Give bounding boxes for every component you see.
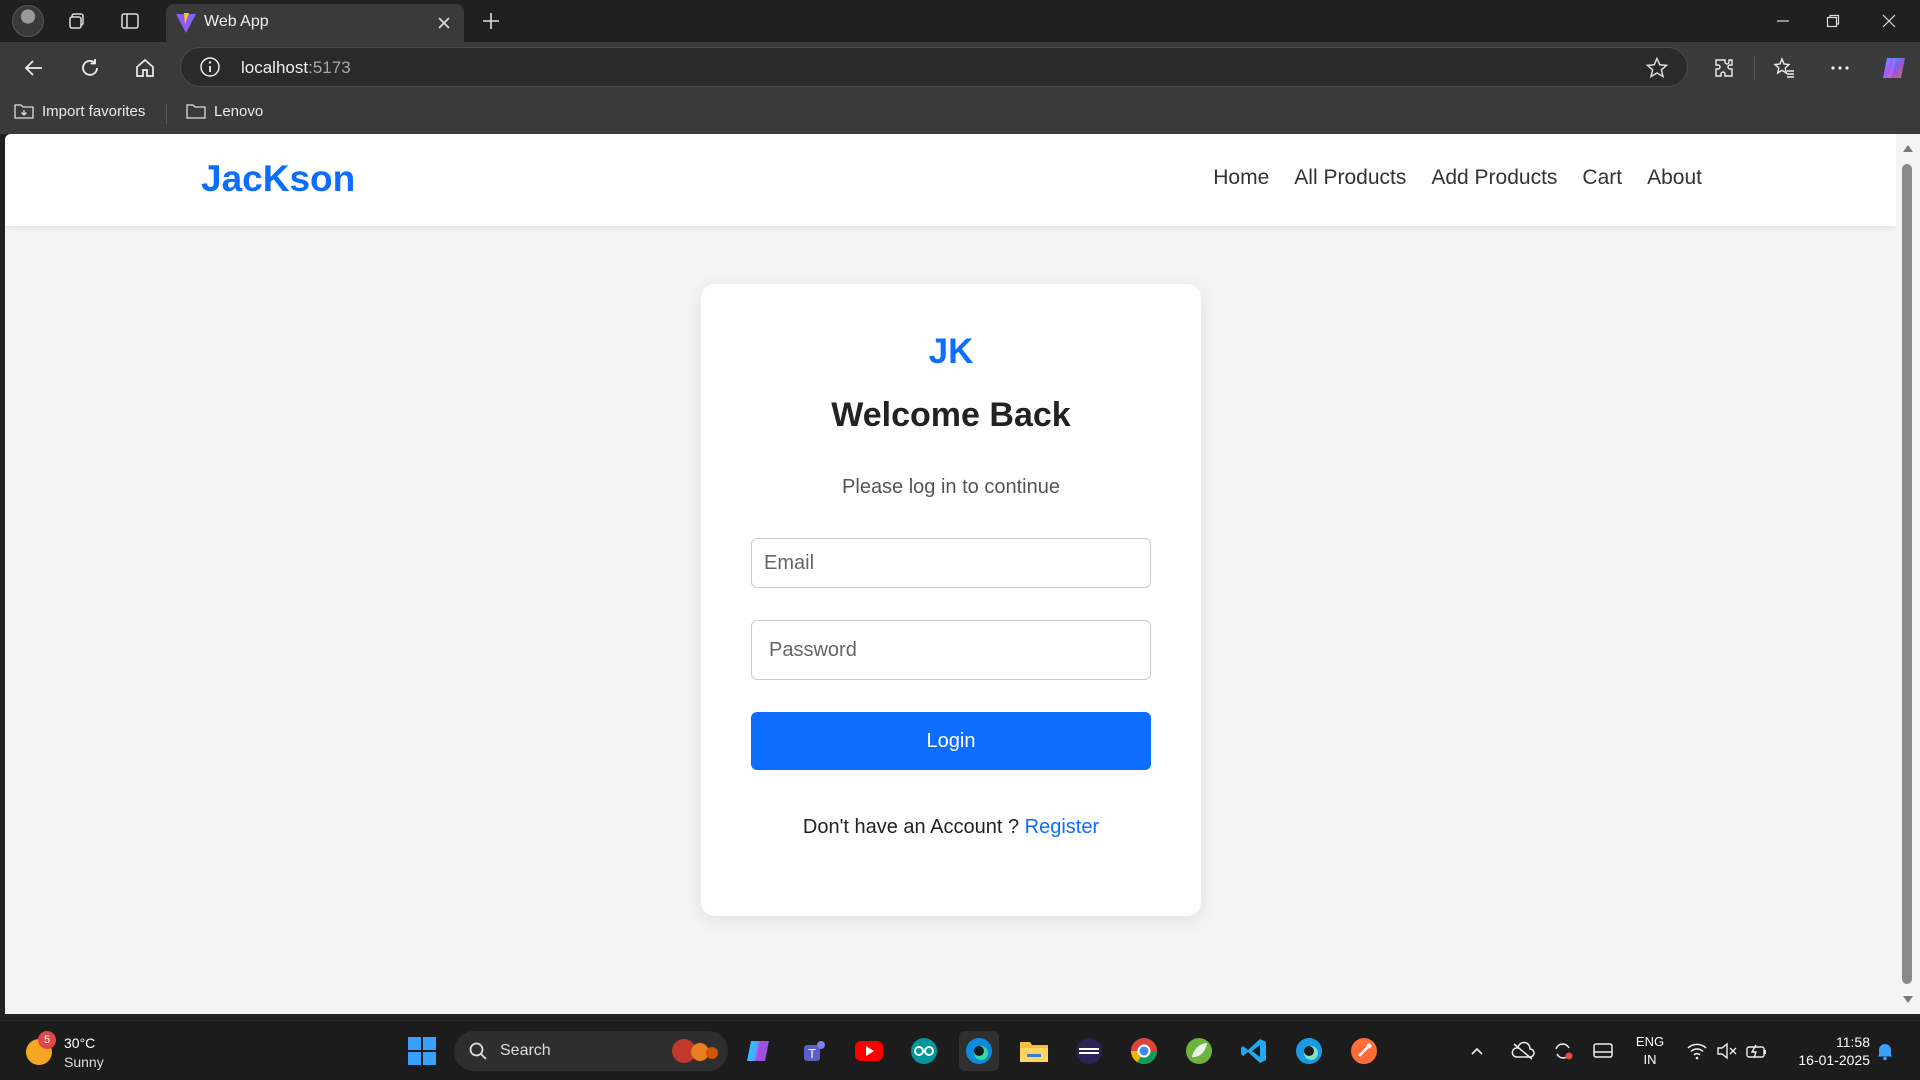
browser-toolbar: localhost:5173 (0, 42, 1920, 92)
tab-close-icon[interactable] (432, 11, 456, 35)
postman-icon[interactable] (1344, 1031, 1384, 1071)
login-button[interactable]: Login (751, 712, 1151, 770)
weather-temp: 30°C (64, 1035, 96, 1051)
search-highlight-icon (672, 1039, 718, 1063)
spring-tools-icon[interactable] (1179, 1031, 1219, 1071)
nav-about[interactable]: About (1647, 166, 1702, 190)
eclipse-icon[interactable] (1069, 1031, 1109, 1071)
url-text[interactable]: localhost:5173 (241, 58, 351, 78)
card-title: Welcome Back (831, 396, 1071, 434)
arduino-icon[interactable] (904, 1031, 944, 1071)
nav-home[interactable]: Home (1213, 166, 1269, 190)
folder-icon (186, 104, 206, 119)
edge-dev-icon[interactable] (1289, 1031, 1329, 1071)
page-scrollbar[interactable] (1896, 134, 1920, 1014)
site-info-icon[interactable] (199, 56, 221, 78)
favorite-import-label: Import favorites (42, 102, 146, 120)
favorites-divider (166, 104, 167, 124)
new-tab-icon[interactable] (478, 8, 504, 34)
site-nav: Home All Products Add Products Cart Abou… (1213, 166, 1702, 190)
extensions-icon[interactable] (1708, 52, 1740, 84)
restore-icon[interactable] (1810, 6, 1856, 36)
browser-titlebar: Web App (0, 0, 1920, 42)
nav-add-products[interactable]: Add Products (1431, 166, 1557, 190)
workspaces-icon[interactable] (64, 8, 90, 34)
copilot-icon[interactable] (1878, 52, 1910, 84)
scroll-down-icon[interactable] (1901, 992, 1915, 1006)
email-input[interactable] (751, 538, 1151, 588)
address-bar[interactable]: localhost:5173 (180, 47, 1688, 87)
tray-overflow-icon[interactable] (1462, 1031, 1492, 1071)
url-port: :5173 (308, 58, 351, 77)
clock[interactable]: 11:58 16-01-2025 (1786, 1033, 1870, 1069)
clock-time: 11:58 (1836, 1034, 1870, 1050)
battery-charging-icon[interactable] (1742, 1031, 1772, 1071)
start-icon[interactable] (402, 1031, 442, 1071)
scroll-up-icon[interactable] (1901, 142, 1915, 156)
nav-all-products[interactable]: All Products (1294, 166, 1406, 190)
register-link[interactable]: Register (1025, 816, 1099, 838)
display-icon[interactable] (1588, 1031, 1618, 1071)
card-subtitle: Please log in to continue (842, 476, 1060, 498)
language-bottom: IN (1643, 1052, 1657, 1067)
file-explorer-icon[interactable] (1014, 1031, 1054, 1071)
vscode-icon[interactable] (1234, 1031, 1274, 1071)
site-header: JacKson Home All Products Add Products C… (5, 134, 1896, 226)
profile-avatar[interactable] (12, 5, 44, 37)
svg-text:T: T (807, 1047, 816, 1061)
favorite-import[interactable]: Import favorites (14, 102, 145, 120)
active-tab[interactable]: Web App (166, 4, 464, 42)
teams-icon[interactable]: T (794, 1031, 834, 1071)
notification-bell-icon[interactable] (1870, 1031, 1900, 1071)
register-prompt: Don't have an Account ? (802, 816, 1020, 838)
onedrive-icon[interactable] (1508, 1031, 1538, 1071)
favorite-star-icon[interactable] (1645, 56, 1669, 80)
wifi-icon[interactable] (1682, 1031, 1712, 1071)
more-options-icon[interactable] (1824, 52, 1856, 84)
url-host: localhost (241, 58, 309, 77)
favorites-icon[interactable] (1768, 52, 1800, 84)
search-icon (469, 1042, 487, 1060)
scroll-thumb[interactable] (1902, 164, 1912, 984)
weather-widget[interactable]: 5 30°C Sunny (26, 1029, 146, 1073)
search-label: Search (500, 1042, 551, 1059)
vite-favicon-icon (174, 11, 198, 35)
favorite-lenovo-label: Lenovo (214, 102, 264, 120)
vertical-tabs-icon[interactable] (117, 8, 143, 34)
weather-badge: 5 (38, 1031, 56, 1049)
weather-condition: Sunny (64, 1054, 104, 1070)
volume-muted-icon[interactable] (1712, 1031, 1742, 1071)
page-viewport: JacKson Home All Products Add Products C… (5, 134, 1896, 1014)
refresh-icon[interactable] (74, 52, 106, 84)
favorite-lenovo[interactable]: Lenovo (186, 102, 263, 120)
tab-title: Web App (204, 13, 269, 30)
language-top: ENG (1635, 1034, 1665, 1049)
back-icon[interactable] (18, 52, 50, 84)
clock-date: 16-01-2025 (1798, 1052, 1870, 1068)
site-brand[interactable]: JacKson (201, 158, 355, 200)
language-indicator[interactable]: ENG IN (1628, 1033, 1672, 1069)
close-window-icon[interactable] (1866, 6, 1912, 36)
taskbar-search[interactable]: Search (454, 1031, 728, 1071)
import-folder-icon (14, 104, 34, 119)
password-input[interactable] (751, 620, 1151, 680)
youtube-icon[interactable] (849, 1031, 889, 1071)
copilot-app-icon[interactable] (738, 1031, 778, 1071)
edge-icon[interactable] (959, 1031, 999, 1071)
favorites-bar: Import favorites Lenovo (0, 92, 1920, 134)
chrome-icon[interactable] (1124, 1031, 1164, 1071)
home-icon[interactable] (129, 52, 161, 84)
minimize-icon[interactable] (1760, 6, 1806, 36)
nav-cart[interactable]: Cart (1582, 166, 1622, 190)
toolbar-divider (1754, 56, 1755, 80)
login-card: JK Welcome Back Please log in to continu… (701, 284, 1201, 916)
taskbar: 5 30°C Sunny Search T ENG IN 11:58 16-01… (0, 1020, 1920, 1080)
card-logo: JK (928, 332, 974, 371)
sync-icon[interactable] (1548, 1031, 1578, 1071)
register-line: Don't have an Account ? Register (701, 816, 1201, 839)
